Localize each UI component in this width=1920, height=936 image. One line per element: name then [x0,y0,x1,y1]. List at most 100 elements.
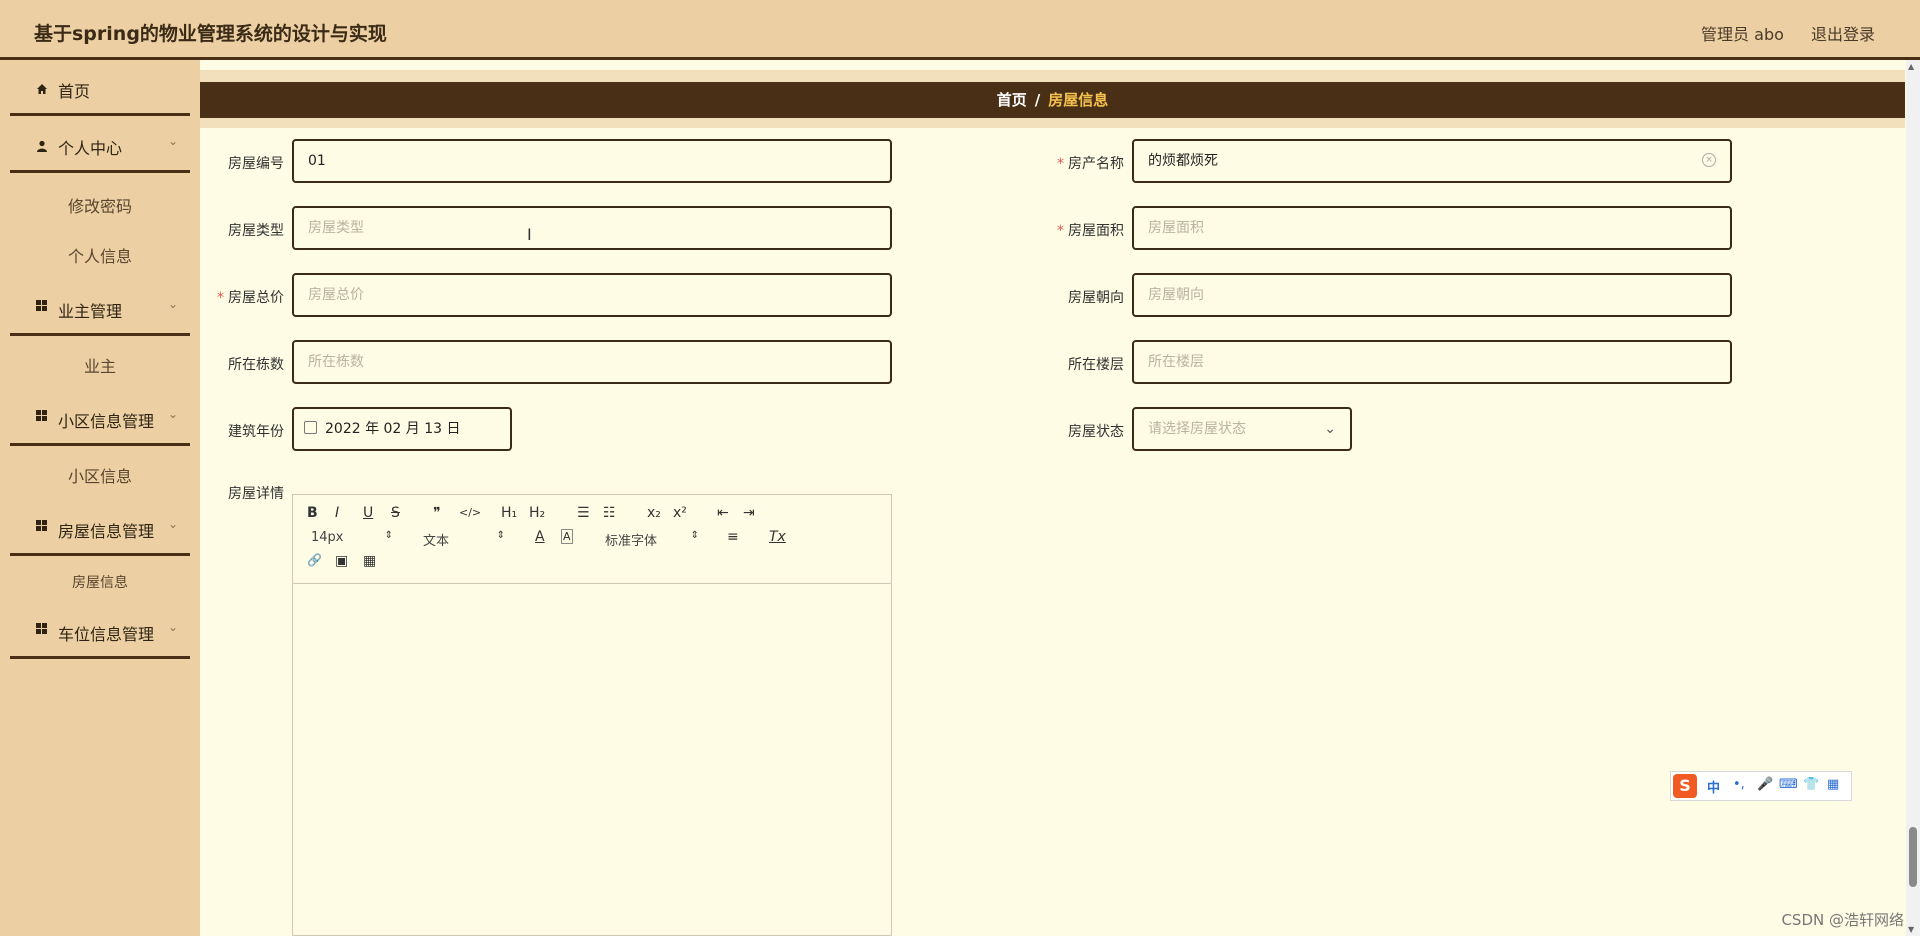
house-area-label: * 房屋面积 [1057,223,1124,239]
select-caret-icon: ⇕ [496,530,505,541]
sidebar-item-owner-management[interactable]: 业主管理 ⌄ [10,280,190,336]
build-year-value: 2022 年 02 月 13 日 [325,421,461,437]
keyboard-icon[interactable]: ⌨ [1779,777,1798,792]
grid-icon [36,623,48,635]
select-caret-icon: ⇕ [384,530,393,541]
video-icon[interactable]: ▦ [363,553,376,569]
chevron-down-icon: ⌄ [167,517,178,531]
ordered-list-icon[interactable]: ☰ [577,505,590,521]
scroll-up-icon[interactable]: ▲ [1908,62,1914,71]
font-size-select[interactable]: 14px ⇕ [311,530,393,546]
sidebar-subitem-personal-info[interactable]: 个人信息 [10,243,190,267]
select-caret-icon: ⇕ [690,530,699,541]
watermark: CSDN @浩轩网络 [1781,911,1904,929]
font-family-select[interactable]: 标准字体 ⇕ [605,530,699,549]
house-name-value: 的烦都烦死 [1148,153,1218,169]
quote-icon[interactable]: ❞ [433,505,441,521]
sidebar-item-personal-center[interactable]: 个人中心 ⌄ [10,117,190,173]
house-name-input[interactable]: 的烦都烦死 × [1132,139,1732,183]
total-price-label: * 房屋总价 [217,290,284,306]
sidebar-item-label: 车位信息管理 [58,625,155,644]
building-label: 所在栋数 [228,357,284,373]
sidebar-item-house-management[interactable]: 房屋信息管理 ⌄ [10,500,190,556]
house-type-input[interactable]: 房屋类型 [292,206,892,250]
subscript-icon[interactable]: x₂ [647,505,661,521]
grid-icon [36,410,48,422]
current-user: 管理员 abo [1701,25,1784,44]
clear-format-icon[interactable]: Tx [769,529,786,545]
sidebar-subitem-community-info[interactable]: 小区信息 [10,463,190,487]
strike-icon[interactable]: S [391,505,400,521]
sidebar: 首页 个人中心 ⌄ 修改密码 个人信息 业主管理 ⌄ 业主 小区信息管理 ⌄ 小… [0,60,200,936]
outdent-icon[interactable]: ⇤ [717,505,729,521]
sidebar-subitem-owner[interactable]: 业主 [10,353,190,377]
building-input[interactable]: 所在栋数 [292,340,892,384]
chevron-down-icon: ⌄ [167,407,178,421]
editor-body[interactable] [293,583,891,935]
breadcrumb-home[interactable]: 首页 [997,91,1027,109]
house-no-input[interactable]: 01 [292,139,892,183]
status-label: 房屋状态 [1068,424,1124,440]
indent-icon[interactable]: ⇥ [743,505,755,521]
top-header: 基于spring的物业管理系统的设计与实现 管理员 abo 退出登录 [0,0,1920,60]
font-color-icon[interactable]: A [535,529,545,545]
sidebar-item-home[interactable]: 首页 [10,60,190,116]
link-icon[interactable]: 🔗 [307,553,322,567]
orientation-label: 房屋朝向 [1068,290,1124,306]
total-price-input[interactable]: 房屋总价 [292,273,892,317]
superscript-icon[interactable]: x² [673,505,687,521]
skin-icon[interactable]: 👕 [1803,777,1819,792]
text-type-select[interactable]: 文本 ⇕ [423,530,505,549]
chevron-down-icon: ⌄ [167,297,178,311]
grid-icon [36,300,48,312]
bold-icon[interactable]: B [307,505,318,521]
apps-icon[interactable]: ▦ [1827,777,1839,792]
house-no-label: 房屋编号 [228,156,284,172]
scroll-down-icon[interactable]: ▼ [1908,925,1914,934]
build-year-label: 建筑年份 [228,424,284,440]
chevron-down-icon: ⌄ [1324,421,1336,437]
sidebar-item-label: 房屋信息管理 [58,522,155,541]
ime-language[interactable]: 中 [1707,777,1720,796]
align-icon[interactable]: ≡ [727,529,739,545]
floor-label: 所在楼层 [1068,357,1124,373]
status-select[interactable]: 请选择房屋状态 ⌄ [1132,407,1352,451]
sidebar-item-community-management[interactable]: 小区信息管理 ⌄ [10,390,190,446]
punctuation-icon[interactable]: •, [1733,777,1745,792]
house-area-input[interactable]: 房屋面积 [1132,206,1732,250]
home-icon [36,80,48,94]
h2-icon[interactable]: H₂ [529,505,545,521]
logout-link[interactable]: 退出登录 [1811,25,1875,44]
orientation-input[interactable]: 房屋朝向 [1132,273,1732,317]
scroll-thumb[interactable] [1909,827,1917,887]
breadcrumb-current: 房屋信息 [1048,91,1109,109]
sidebar-subitem-house-info[interactable]: 房屋信息 [10,572,190,592]
h1-icon[interactable]: H₁ [501,505,517,521]
user-icon [36,137,48,152]
code-icon[interactable]: </> [459,506,481,519]
ime-toolbar: S 中 •, 🎤 ⌨ 👕 ▦ [1670,771,1852,801]
image-icon[interactable]: ▣ [335,553,348,569]
rich-text-editor: B I U S ❞ </> H₁ H₂ ☰ ☷ x₂ x² ⇤ ⇥ 14px ⇕ … [292,494,892,936]
underline-icon[interactable]: U [363,505,373,521]
scrollbar[interactable]: ▲ ▼ [1906,60,1920,936]
chevron-down-icon: ⌄ [167,620,178,634]
breadcrumb: 首页 / 房屋信息 [200,82,1905,118]
microphone-icon[interactable]: 🎤 [1757,777,1773,792]
clear-icon[interactable]: × [1702,153,1716,167]
italic-icon[interactable]: I [335,505,339,521]
sidebar-item-label: 小区信息管理 [58,412,155,431]
detail-label: 房屋详情 [228,486,284,502]
house-type-label: 房屋类型 [228,223,284,239]
sidebar-item-label: 业主管理 [58,302,123,321]
sogou-logo-icon[interactable]: S [1673,774,1697,798]
sidebar-subitem-change-password[interactable]: 修改密码 [10,193,190,217]
bullet-list-icon[interactable]: ☷ [603,505,616,521]
sidebar-item-parking-management[interactable]: 车位信息管理 ⌄ [10,603,190,659]
calendar-icon [304,421,317,434]
grid-icon [36,520,48,532]
floor-input[interactable]: 所在楼层 [1132,340,1732,384]
build-year-datepicker[interactable]: 2022 年 02 月 13 日 [292,407,512,451]
background-color-icon[interactable]: A [561,529,573,544]
header-actions: 管理员 abo 退出登录 [1679,21,1875,45]
